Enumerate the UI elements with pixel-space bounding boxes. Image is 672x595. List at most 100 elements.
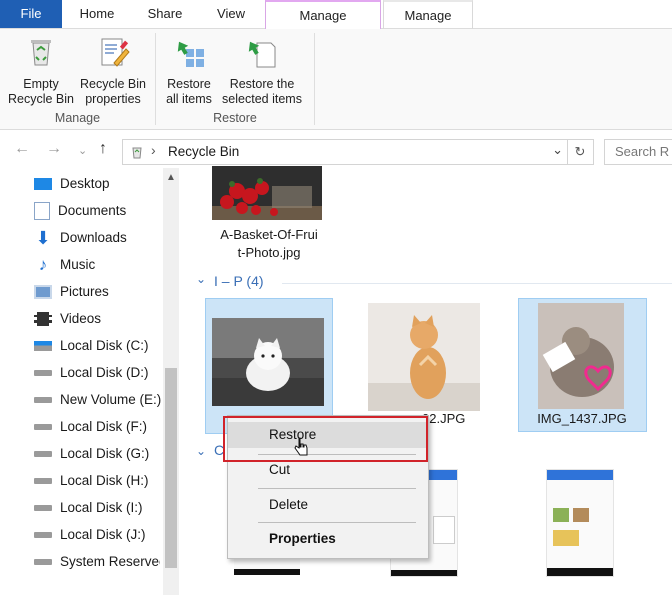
properties-icon: [101, 38, 130, 67]
mouse-pointer-icon: [294, 437, 308, 456]
system-drive-icon: [34, 341, 52, 352]
drive-icon: [34, 370, 52, 377]
phone-app-bar: [547, 470, 613, 480]
tab-file[interactable]: File: [0, 0, 62, 28]
ribbon-divider: [314, 33, 315, 125]
drive-icon: [34, 478, 52, 485]
tab-manage-secondary[interactable]: Manage: [383, 0, 473, 30]
sidebar-item-label: Local Disk (F:): [60, 419, 148, 434]
file-name-line: t-Photo.jpg: [237, 245, 301, 260]
documents-icon: [34, 202, 50, 221]
phone-nav-bar: [547, 568, 613, 576]
sidebar-item-local-disk-j[interactable]: Local Disk (J:): [34, 523, 146, 547]
context-menu-delete[interactable]: Delete: [228, 492, 428, 518]
navigation-bar: ← → ⌄ ↑ › Recycle Bin ⌄ ↻ Search R: [0, 136, 672, 166]
sidebar-item-local-disk-c[interactable]: Local Disk (C:): [34, 334, 149, 358]
recent-locations-chevron-icon[interactable]: ⌄: [78, 144, 87, 157]
group-header[interactable]: I – P (4): [214, 273, 264, 289]
empty-recycle-bin-button[interactable]: Empty Recycle Bin: [6, 35, 76, 107]
file-thumbnail[interactable]: [212, 166, 322, 220]
address-bar[interactable]: › Recycle Bin ⌄ ↻: [122, 139, 594, 165]
sidebar-item-pictures[interactable]: Pictures: [34, 280, 109, 304]
file-thumbnail[interactable]: [368, 303, 480, 411]
sidebar-item-music[interactable]: ♪ Music: [34, 253, 96, 277]
group-collapse-chevron-icon[interactable]: ⌄: [196, 272, 206, 286]
sidebar-item-label: Local Disk (H:): [60, 473, 149, 488]
recycle-bin-icon: [31, 40, 51, 66]
phone-nav-bar: [234, 569, 300, 575]
group-label-restore: Restore: [213, 111, 257, 125]
drive-icon: [34, 451, 52, 458]
sidebar-item-downloads[interactable]: ⬇ Downloads: [34, 226, 126, 250]
sidebar-item-label: Local Disk (I:): [60, 500, 143, 515]
file-thumbnail[interactable]: [546, 469, 614, 577]
restore-all-icon: [177, 41, 204, 67]
file-name[interactable]: A-Basket-Of-Frui t-Photo.jpg: [200, 226, 338, 262]
sidebar-item-label: Desktop: [60, 176, 110, 191]
sidebar-item-local-disk-d[interactable]: Local Disk (D:): [34, 361, 149, 385]
sidebar-item-local-disk-f[interactable]: Local Disk (F:): [34, 415, 147, 439]
search-input[interactable]: Search R: [604, 139, 672, 165]
file-thumbnail[interactable]: [212, 318, 324, 406]
restore-selected-items-label: Restore the selected items: [222, 77, 302, 106]
refresh-icon[interactable]: ↻: [567, 140, 592, 164]
recycle-bin-properties-button[interactable]: Recycle Bin properties: [78, 35, 148, 107]
restore-all-items-button[interactable]: Restore all items: [160, 35, 218, 107]
phone-photo: [573, 508, 589, 522]
empty-recycle-bin-label: Empty Recycle Bin: [8, 77, 74, 106]
sidebar-item-label: System Reservec: [60, 554, 160, 569]
up-arrow-icon[interactable]: ↑: [99, 140, 107, 158]
file-thumbnail[interactable]: [538, 303, 624, 409]
sidebar-item-label: New Volume (E:): [60, 392, 162, 407]
pictures-icon: [34, 285, 52, 300]
drive-icon: [34, 424, 52, 431]
sidebar-item-local-disk-g[interactable]: Local Disk (G:): [34, 442, 149, 466]
sidebar-item-system-reserved[interactable]: System Reservec: [34, 550, 160, 574]
desktop-icon: [34, 178, 52, 191]
forward-arrow-icon[interactable]: →: [46, 140, 62, 158]
sidebar-item-local-disk-h[interactable]: Local Disk (H:): [34, 469, 149, 493]
ribbon: Empty Recycle Bin Recycle Bin properties…: [0, 29, 672, 130]
recycle-bin-properties-label: Recycle Bin properties: [80, 77, 146, 106]
phone-photo: [553, 508, 569, 522]
sidebar-item-label: Local Disk (C:): [60, 338, 149, 353]
navigation-pane: Desktop Documents ⬇ Downloads ♪ Music Pict…: [0, 168, 180, 595]
sidebar-item-local-disk-i[interactable]: Local Disk (I:): [34, 496, 143, 520]
phone-nav-bar: [391, 570, 457, 576]
ribbon-tab-bar: File Home Share View Manage Manage: [0, 0, 672, 30]
videos-icon: [34, 312, 52, 327]
file-name-line: A-Basket-Of-Frui: [220, 227, 318, 242]
back-arrow-icon[interactable]: ←: [14, 140, 30, 158]
restore-selected-items-button[interactable]: Restore the selected items: [218, 35, 306, 107]
sidebar-item-new-volume-e[interactable]: New Volume (E:): [34, 388, 161, 412]
phone-card: [433, 516, 455, 544]
sidebar-item-desktop[interactable]: Desktop: [34, 172, 110, 196]
sidebar-item-label: Music: [60, 257, 96, 272]
sidebar-scrollbar-thumb[interactable]: [165, 368, 177, 568]
sidebar-item-videos[interactable]: Videos: [34, 307, 101, 331]
group-collapse-chevron-icon[interactable]: ⌄: [196, 444, 206, 458]
music-icon: ♪: [38, 255, 48, 275]
file-name[interactable]: IMG_1437.JPG: [520, 410, 644, 428]
address-dropdown-chevron-icon[interactable]: ⌄: [552, 142, 563, 158]
tab-share[interactable]: Share: [134, 0, 196, 28]
breadcrumb[interactable]: Recycle Bin: [168, 144, 239, 159]
tab-home[interactable]: Home: [66, 0, 128, 28]
recycle-bin-small-icon: [132, 147, 142, 159]
scroll-up-chevron-icon[interactable]: ▲: [166, 172, 176, 183]
highlight-annotation-box: [223, 416, 428, 462]
tab-view[interactable]: View: [200, 0, 262, 28]
context-menu-properties[interactable]: Properties: [228, 526, 428, 552]
drive-icon: [34, 505, 52, 512]
menu-separator: [258, 488, 416, 489]
sidebar-item-label: Documents: [58, 203, 127, 218]
sidebar-item-documents[interactable]: Documents: [34, 199, 126, 223]
menu-separator: [258, 522, 416, 523]
file-name[interactable]: 02.JPG: [422, 410, 482, 428]
phone-photo: [553, 530, 579, 546]
drive-icon: [34, 397, 52, 404]
tab-manage-active[interactable]: Manage: [265, 0, 381, 30]
restore-selected-icon: [248, 41, 276, 68]
sidebar-item-label: Local Disk (D:): [60, 365, 149, 380]
sidebar-item-label: Local Disk (J:): [60, 527, 146, 542]
